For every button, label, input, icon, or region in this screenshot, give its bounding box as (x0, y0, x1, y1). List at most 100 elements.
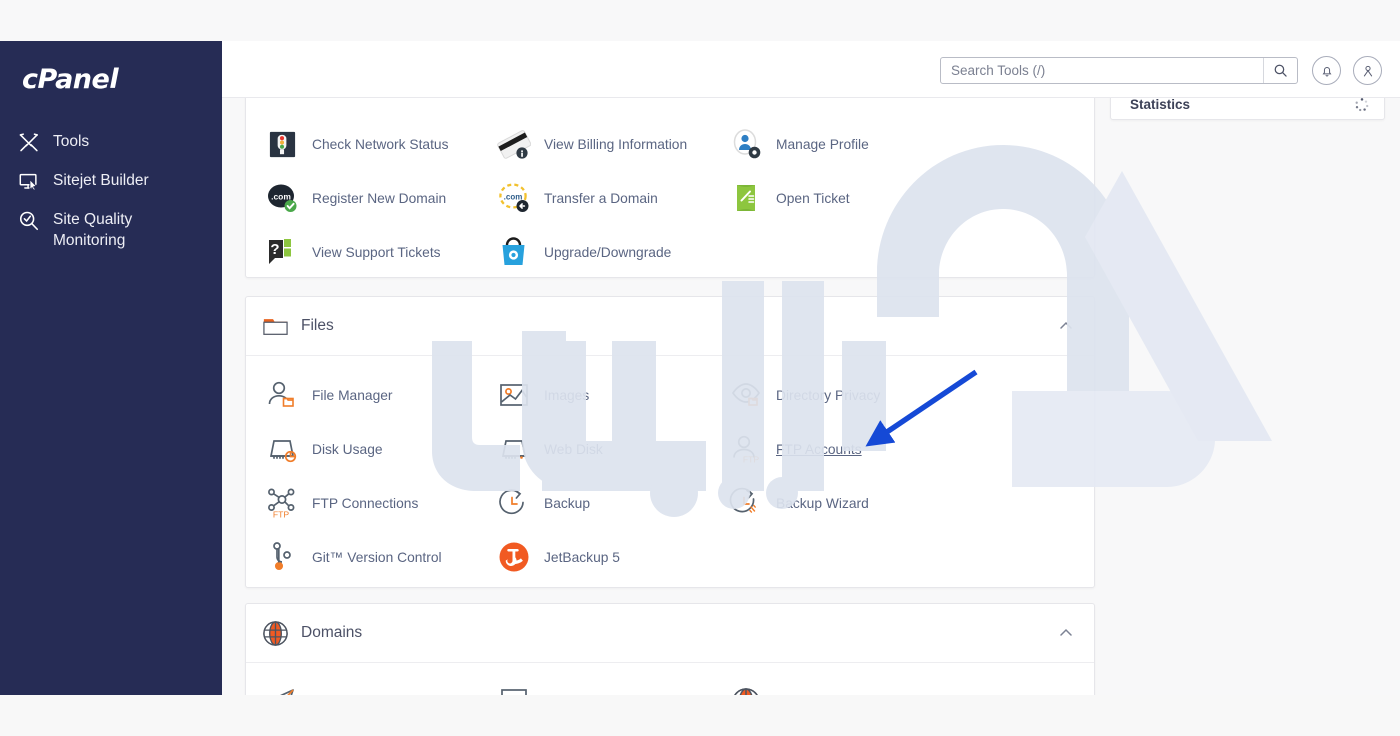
sidebar-item-sitejet-builder[interactable]: Sitejet Builder (0, 162, 222, 201)
sidebar: cPanel Tools Sitejet Builder Site Qualit… (0, 41, 222, 695)
tool-site-publisher[interactable]: Site Publisher (258, 675, 490, 695)
tool-check-network-status[interactable]: Check Network Status (258, 117, 490, 171)
disk-usage-icon (264, 431, 300, 467)
notifications-button[interactable] (1312, 56, 1341, 85)
tools-icon (18, 132, 40, 154)
section-header-files[interactable]: Files (246, 297, 1094, 356)
tool-manage-profile[interactable]: Manage Profile (722, 117, 954, 171)
account-button[interactable] (1353, 56, 1382, 85)
chevron-up-icon[interactable] (1058, 625, 1074, 641)
transfer-domain-icon: .com (496, 180, 532, 216)
tool-sitejet-builder[interactable]: Sitejet Builder (490, 675, 722, 695)
upgrade-downgrade-icon (496, 234, 532, 270)
below-fold-area (0, 695, 1400, 736)
site-publisher-icon (264, 684, 300, 695)
tool-directory-privacy[interactable]: Directory Privacy (722, 368, 954, 422)
jetbackup-icon (496, 539, 532, 575)
tool-transfer-a-domain[interactable]: .com Transfer a Domain (490, 171, 722, 225)
sidebar-item-site-quality-monitoring[interactable]: Site Quality Monitoring (0, 201, 222, 259)
network-status-icon (264, 126, 300, 162)
tool-backup-wizard[interactable]: Backup Wizard (722, 476, 954, 530)
sidebar-item-label: Sitejet Builder (53, 172, 149, 189)
tool-backup[interactable]: Backup (490, 476, 722, 530)
svg-text:.com: .com (504, 192, 523, 201)
tool-upgrade-downgrade[interactable]: Upgrade/Downgrade (490, 225, 722, 279)
loading-spinner-icon (1354, 97, 1370, 113)
ftp-accounts-icon: FTP (728, 431, 764, 467)
tool-label: Upgrade/Downgrade (544, 244, 672, 260)
section-title: Domains (301, 624, 363, 641)
tool-label: Transfer a Domain (544, 190, 658, 206)
search-input[interactable] (941, 63, 1263, 78)
tool-label: FTP Connections (312, 495, 419, 511)
tool-label: Backup (544, 495, 591, 511)
tool-ftp-accounts[interactable]: FTP FTP Accounts (722, 422, 954, 476)
cpanel-logo[interactable]: cPanel (22, 64, 119, 95)
tool-view-billing-information[interactable]: View Billing Information (490, 117, 722, 171)
search-button[interactable] (1263, 58, 1297, 83)
globe-icon (262, 620, 289, 647)
tool-view-support-tickets[interactable]: ? View Support Tickets (258, 225, 490, 279)
svg-text:?: ? (270, 241, 279, 258)
tool-web-disk[interactable]: Web Disk (490, 422, 722, 476)
sitejet-builder-tool-icon (496, 684, 532, 695)
section-card-domains: Domains (245, 603, 1095, 695)
tool-jetbackup-5[interactable]: JetBackup 5 (490, 530, 722, 584)
tool-file-manager[interactable]: File Manager (258, 368, 490, 422)
page-viewport: cPanel Tools Sitejet Builder Site Qualit… (0, 0, 1400, 695)
register-domain-icon: .com (264, 180, 300, 216)
chevron-up-icon[interactable] (1058, 318, 1074, 334)
search-box[interactable] (940, 57, 1298, 84)
tool-label: JetBackup 5 (544, 549, 620, 565)
backup-wizard-icon (728, 485, 764, 521)
tool-label: File Manager (312, 387, 393, 403)
sidebar-item-label: Tools (53, 133, 90, 150)
sitejet-builder-icon (18, 171, 40, 193)
git-version-control-icon (264, 539, 300, 575)
manage-profile-icon (728, 126, 764, 162)
tool-images[interactable]: Images (490, 368, 722, 422)
cpanel-screenshot: cPanel Tools Sitejet Builder Site Qualit… (0, 0, 1400, 736)
tool-label: Directory Privacy (776, 387, 881, 403)
tool-label: Site Publisher (312, 695, 397, 696)
file-manager-icon (264, 377, 300, 413)
tool-register-new-domain[interactable]: .com Register New Domain (258, 171, 490, 225)
tool-label: Register New Domain (312, 190, 447, 206)
tool-ftp-connections[interactable]: FTP FTP Connections (258, 476, 490, 530)
top-bar (222, 41, 1400, 98)
tool-label: View Billing Information (544, 136, 688, 152)
statistics-title: Statistics (1130, 96, 1191, 112)
web-disk-icon (496, 431, 532, 467)
section-card-files: Files File Manager Images Directory Priv… (245, 296, 1095, 588)
ftp-connections-icon: FTP (264, 485, 300, 521)
tool-disk-usage[interactable]: Disk Usage (258, 422, 490, 476)
sidebar-item-tools[interactable]: Tools (0, 123, 222, 162)
section-card-preferences: Check Network Status View Billing Inform… (245, 98, 1095, 278)
tool-label: Manage Profile (776, 136, 869, 152)
sidebar-item-label: Site Quality Monitoring (53, 211, 133, 249)
tool-git-version-control[interactable]: Git™ Version Control (258, 530, 490, 584)
tool-label: Disk Usage (312, 441, 383, 457)
billing-card-icon (496, 126, 532, 162)
site-quality-monitoring-icon (18, 210, 40, 232)
open-ticket-icon (728, 180, 764, 216)
directory-privacy-icon (728, 377, 764, 413)
tool-domains[interactable]: Domains (722, 675, 954, 695)
tool-label: Check Network Status (312, 136, 449, 152)
tool-label: Git™ Version Control (312, 549, 442, 565)
tool-label: Domains (776, 695, 830, 696)
section-header-domains[interactable]: Domains (246, 604, 1094, 663)
backup-icon (496, 485, 532, 521)
tool-grid: Check Network Status View Billing Inform… (246, 98, 1094, 297)
domains-icon (728, 684, 764, 695)
support-tickets-icon: ? (264, 234, 300, 270)
sidebar-nav: Tools Sitejet Builder Site Quality Monit… (0, 123, 222, 259)
images-icon (496, 377, 532, 413)
svg-text:.com: .com (271, 192, 291, 202)
svg-text:FTP: FTP (273, 510, 289, 520)
tool-open-ticket[interactable]: Open Ticket (722, 171, 954, 225)
tool-label: Web Disk (544, 441, 603, 457)
tool-label: Backup Wizard (776, 495, 869, 511)
svg-text:FTP: FTP (743, 455, 759, 465)
tool-grid-domains: Site Publisher Sitejet Builder (246, 663, 1094, 695)
